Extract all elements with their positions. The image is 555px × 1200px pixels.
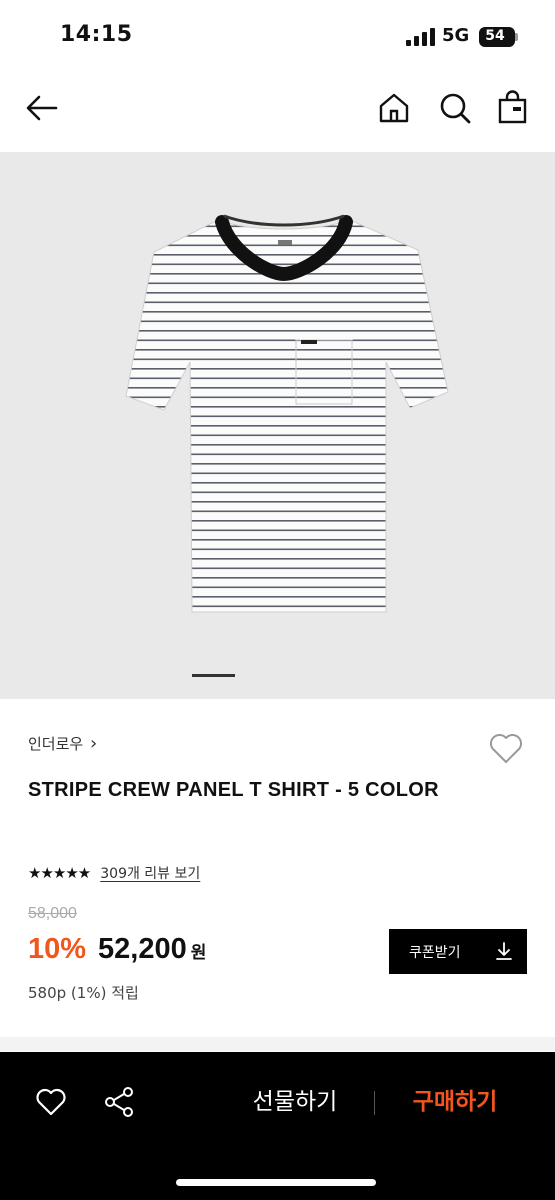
battery-icon: 54: [479, 27, 515, 47]
buy-button[interactable]: 구매하기: [400, 1082, 510, 1122]
rating-stars: ★★★★★: [28, 864, 91, 882]
bottom-bar-separator: [374, 1091, 375, 1115]
original-price: 58,000: [28, 905, 77, 922]
product-title: STRIPE CREW PANEL T SHIRT - 5 COLOR: [28, 779, 439, 801]
heart-icon[interactable]: [34, 1085, 68, 1119]
brand-name: 인더로우: [28, 735, 84, 753]
status-bar: 14:15 5G 54: [0, 0, 555, 72]
coupon-button-label: 쿠폰받기: [409, 945, 461, 961]
shopping-bag-icon[interactable]: [495, 90, 531, 126]
battery-level: 54: [485, 28, 505, 44]
discount-rate: 10%: [28, 933, 87, 965]
currency-unit: 원: [190, 943, 207, 963]
brand-link[interactable]: 인더로우 ›: [28, 733, 97, 754]
rating-row: ★★★★★ 309개 리뷰 보기: [28, 862, 200, 884]
battery-tip: [515, 33, 518, 41]
bottom-action-bar: 선물하기 구매하기: [0, 1052, 555, 1200]
sale-price-row: 10% 52,200 원: [28, 933, 206, 973]
status-time: 14:15: [60, 22, 133, 47]
image-pager-indicator: [192, 674, 235, 677]
section-divider: [0, 1037, 555, 1051]
review-link[interactable]: 309개 리뷰 보기: [100, 863, 200, 883]
home-indicator: [176, 1179, 376, 1186]
wishlist-heart-icon[interactable]: [486, 728, 526, 768]
home-icon[interactable]: [376, 90, 412, 126]
search-icon[interactable]: [437, 90, 473, 126]
network-type: 5G: [442, 25, 470, 46]
share-icon[interactable]: [102, 1085, 136, 1119]
chevron-right-icon: ›: [89, 733, 98, 754]
back-arrow-icon[interactable]: [24, 90, 60, 126]
gift-button[interactable]: 선물하기: [240, 1082, 350, 1122]
signal-icon: [406, 28, 436, 46]
coupon-download-button[interactable]: 쿠폰받기: [389, 929, 527, 974]
top-navigation: [0, 80, 555, 140]
sale-price: 52,200: [98, 933, 187, 965]
download-icon: [496, 942, 512, 960]
striped-tshirt-image: [125, 214, 449, 613]
reward-points: 580p (1%) 적립: [28, 984, 139, 1002]
product-image[interactable]: [0, 152, 555, 699]
